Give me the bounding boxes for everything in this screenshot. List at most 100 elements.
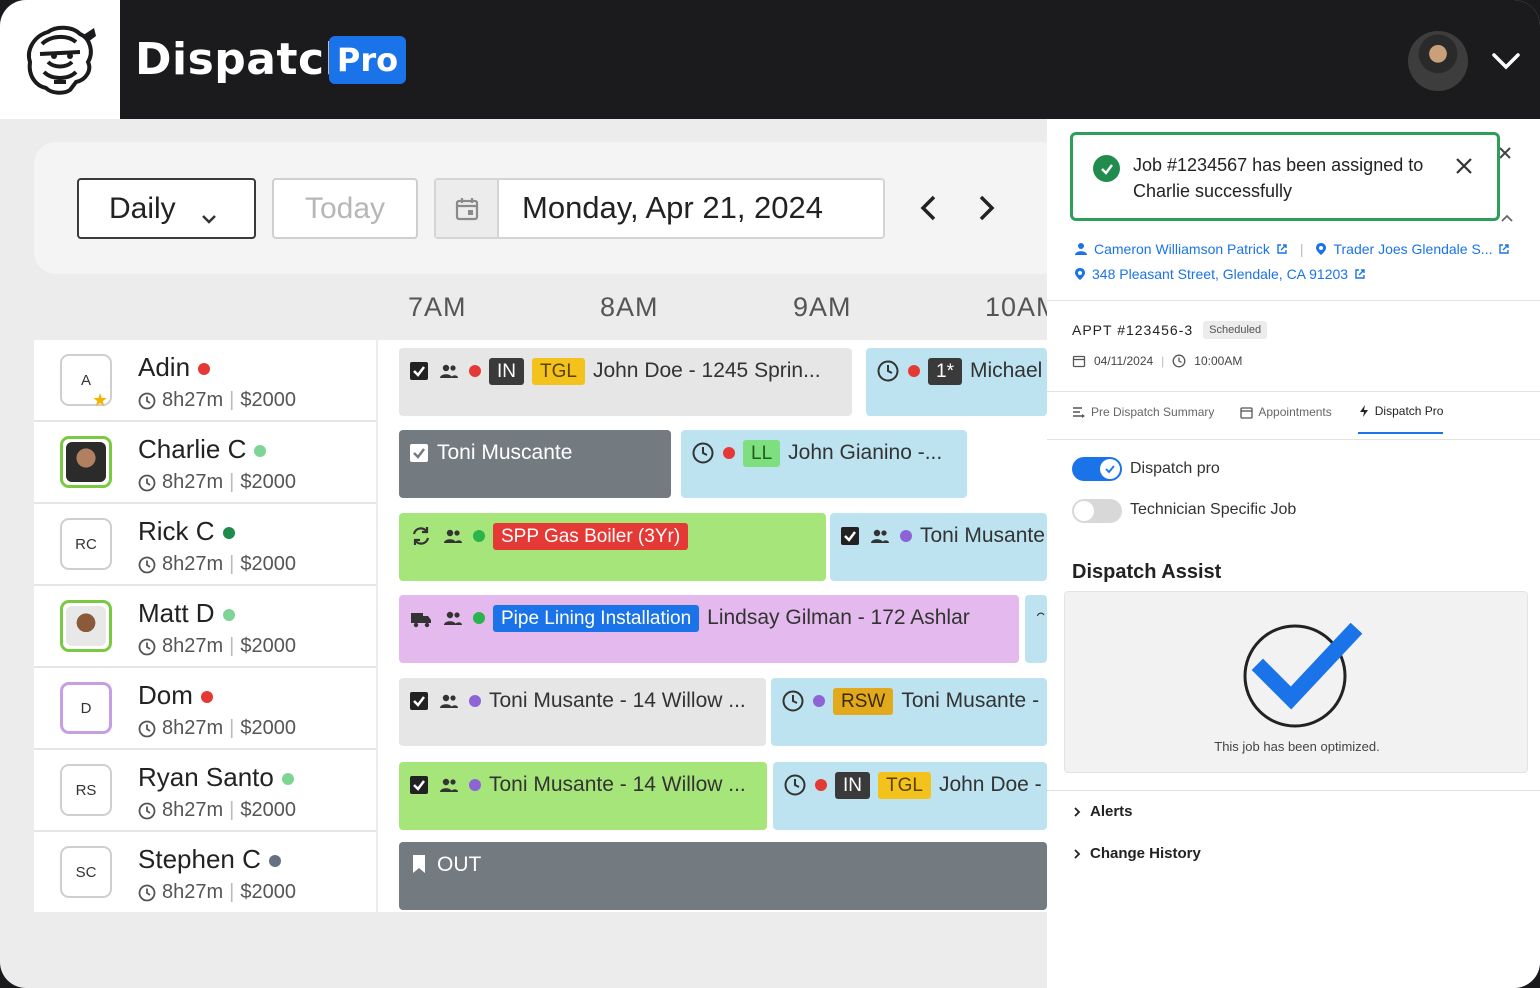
technician-row[interactable]: A ★ Adin 8h27m | $2000 — [34, 340, 376, 422]
status-dot — [900, 530, 912, 542]
job-card[interactable]: IN TGL John Doe - 1245 Sprin... — [399, 348, 852, 416]
customer-links: Cameron Williamson Patrick | Trader Joes… — [1074, 241, 1510, 257]
status-dot — [723, 447, 735, 459]
tag-ll: LL — [743, 440, 781, 467]
status-dot — [254, 445, 267, 458]
technician-row[interactable]: RC Rick C 8h27m | $2000 — [34, 504, 376, 586]
technician-specific-toggle[interactable] — [1072, 499, 1122, 523]
clock-icon — [782, 690, 804, 712]
technician-meta: 8h27m | $2000 — [138, 799, 296, 822]
clock-icon — [138, 556, 156, 573]
mascot-logo-icon[interactable] — [0, 0, 120, 119]
team-icon — [444, 611, 462, 625]
star-icon: ★ — [92, 390, 109, 410]
location-pin-icon — [1316, 243, 1327, 255]
technician-row[interactable]: Matt D 8h27m | $2000 — [34, 586, 376, 668]
location-link[interactable]: Trader Joes Glendale S... — [1333, 241, 1492, 257]
technician-row[interactable]: SC Stephen C 8h27m | $2000 — [34, 832, 376, 914]
tag-in: IN — [489, 358, 524, 385]
job-card[interactable]: LL John Gianino -... — [681, 430, 967, 498]
job-card[interactable]: Toni Muscante — [399, 430, 671, 498]
technician-name-text: Adin — [138, 352, 191, 382]
calendar-icon — [1072, 355, 1086, 368]
top-bar: Dispatch Pro — [0, 0, 1540, 119]
job-card[interactable]: Toni Musante — [830, 513, 1047, 581]
status-dot — [473, 612, 485, 624]
pro-badge: Pro — [329, 36, 406, 84]
tag-priority: 1* — [928, 358, 962, 385]
job-card[interactable]: IN TGL John Doe - — [773, 762, 1047, 830]
address-link[interactable]: 348 Pleasant Street, Glendale, CA 91203 — [1092, 266, 1348, 282]
job-card[interactable]: 1* Michael — [866, 348, 1047, 416]
tag-tgl: TGL — [532, 358, 585, 385]
chevron-right-icon — [1074, 848, 1081, 859]
divider — [1047, 790, 1540, 791]
today-button[interactable]: Today — [272, 178, 418, 239]
external-link-icon[interactable] — [1354, 268, 1366, 280]
avatar-initials: RC — [75, 535, 97, 553]
technician-name: Rick C — [138, 516, 235, 547]
avatar — [60, 600, 112, 652]
job-card[interactable]: RSW Toni Musante - — [771, 678, 1047, 746]
job-card[interactable]: Pipe Lining Installation Lindsay Gilman … — [399, 595, 1019, 663]
chevron-left-icon[interactable] — [915, 193, 943, 228]
job-card[interactable]: Toni Musante - 14 Willow ... — [399, 678, 766, 746]
tag-tgl: TGL — [878, 772, 931, 799]
status-dot — [469, 365, 481, 377]
technician-name: Adin — [138, 352, 211, 383]
job-card[interactable] — [1025, 595, 1047, 663]
status-dot — [198, 363, 211, 376]
change-history-toggle[interactable]: Change History — [1072, 845, 1201, 862]
job-card[interactable]: OUT — [399, 842, 1047, 910]
team-icon — [444, 529, 462, 543]
user-avatar[interactable] — [1408, 31, 1468, 91]
chevron-down-icon[interactable] — [1490, 50, 1522, 77]
tab-dispatch-pro[interactable]: Dispatch Pro — [1357, 404, 1444, 434]
view-select[interactable]: Daily — [77, 178, 256, 239]
divider — [1047, 391, 1540, 392]
close-icon[interactable] — [1454, 156, 1474, 181]
technician-row[interactable]: RS Ryan Santo 8h27m | $2000 — [34, 750, 376, 832]
job-card[interactable]: Toni Musante - 14 Willow ... — [399, 762, 767, 830]
avatar — [60, 436, 112, 488]
work-hours: 8h27m — [162, 553, 224, 575]
clock-icon — [877, 360, 899, 382]
external-link-icon[interactable] — [1276, 243, 1288, 255]
tag-rsw: RSW — [833, 688, 894, 715]
customer-link[interactable]: Cameron Williamson Patrick — [1094, 241, 1270, 257]
technician-row[interactable]: Charlie C 8h27m | $2000 — [34, 422, 376, 504]
work-hours: 8h27m — [162, 389, 224, 411]
team-icon — [440, 694, 458, 708]
date-picker[interactable]: Monday, Apr 21, 2024 — [434, 178, 885, 239]
recurring-icon — [412, 527, 430, 545]
toast-message: Job #1234567 has been assigned to Charli… — [1133, 155, 1424, 201]
external-link-icon[interactable] — [1498, 243, 1510, 255]
divider — [1047, 300, 1540, 301]
check-icon — [1100, 459, 1120, 479]
technician-row[interactable]: D Dom 8h27m | $2000 — [34, 668, 376, 750]
tab-appointments[interactable]: Appointments — [1240, 404, 1332, 434]
avatar-initials: A — [80, 371, 91, 389]
technician-meta: 8h27m | $2000 — [138, 471, 296, 494]
alerts-toggle[interactable]: Alerts — [1072, 803, 1133, 820]
status-dot — [473, 530, 485, 542]
status-dot — [268, 855, 281, 868]
chevron-down-icon — [200, 200, 218, 234]
appointment-number: APPT #123456-3 — [1072, 322, 1194, 338]
calendar-icon[interactable] — [436, 180, 499, 237]
job-card[interactable]: SPP Gas Boiler (3Yr) — [399, 513, 826, 581]
work-hours: 8h27m — [162, 635, 224, 657]
avatar-initials: SC — [75, 863, 97, 881]
chevron-right-icon[interactable] — [972, 193, 1000, 228]
status-dot — [222, 527, 235, 540]
address-row: 348 Pleasant Street, Glendale, CA 91203 — [1074, 266, 1366, 282]
chevron-up-icon[interactable] — [1500, 210, 1514, 228]
alerts-label: Alerts — [1090, 803, 1133, 820]
truck-icon — [411, 613, 431, 628]
chevron-right-icon — [1074, 806, 1081, 817]
avatar: RC — [60, 518, 112, 570]
dispatch-pro-toggle[interactable] — [1072, 457, 1122, 481]
clock-icon — [784, 774, 806, 796]
tab-pre-dispatch-summary[interactable]: Pre Dispatch Summary — [1072, 404, 1214, 434]
tab-label: Dispatch Pro — [1374, 404, 1444, 418]
